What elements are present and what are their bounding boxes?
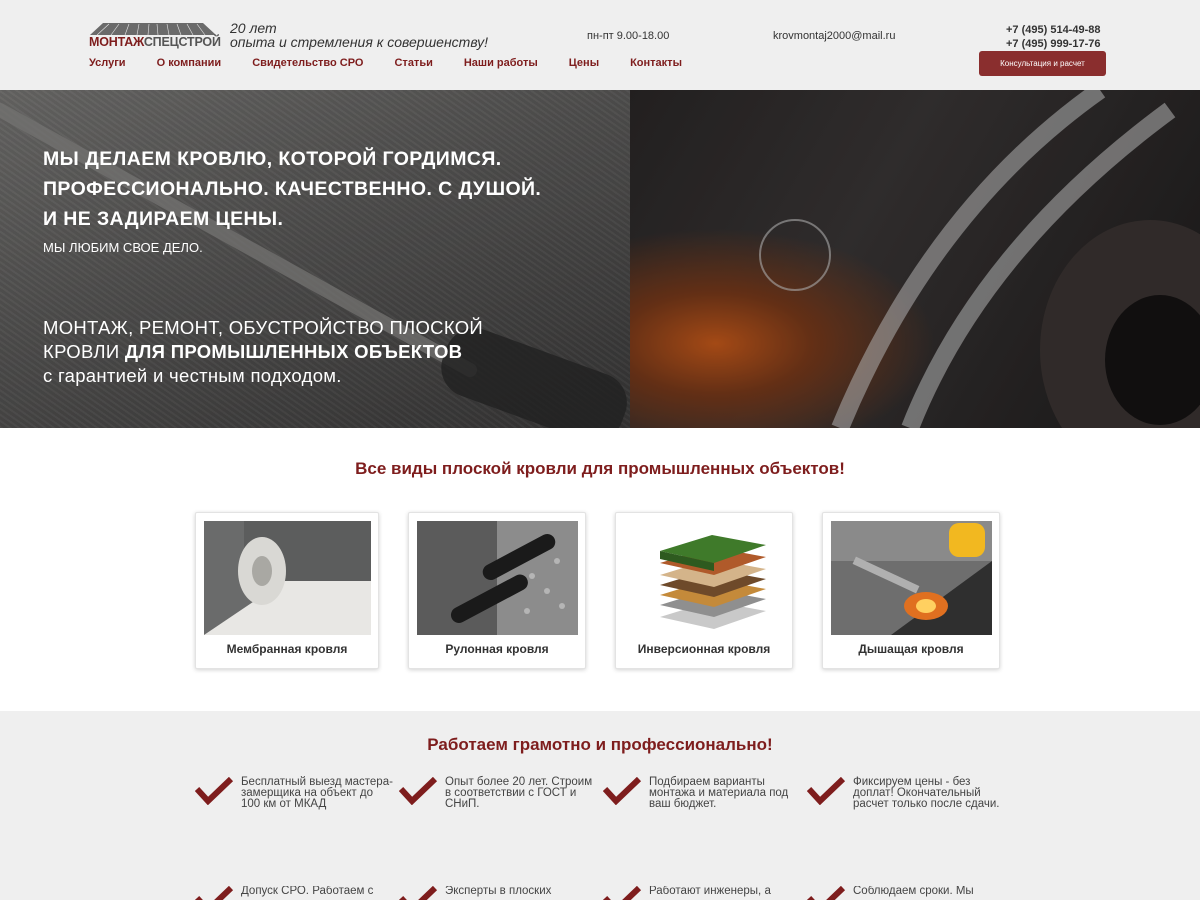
card-inversion[interactable]: Инверсионная кровля [615,512,793,669]
tagline-years: 20 лет [230,20,277,36]
roof-logo-icon [90,23,216,36]
advantage-item: Работают инженеры, а [603,886,803,900]
site-header: МОНТАЖСПЕЦСТРОЙ 20 лет опыта и стремлени… [0,0,1200,90]
nav-item-about[interactable]: О компании [157,57,222,71]
card-label: Инверсионная кровля [637,642,771,656]
phone-1[interactable]: +7 (495) 514-49-88 [1006,23,1100,37]
advantage-item: Эксперты в плоских [399,886,599,900]
hero-offer-part2: кровли [43,341,120,362]
advantage-item: Подбираем варианты монтажа и материала п… [603,776,803,837]
card-label: Мембранная кровля [226,642,348,656]
logo-text: МОНТАЖСПЕЦСТРОЙ [89,35,221,49]
check-icon [603,886,641,900]
advantage-item: Бесплатный выезд мастера-замерщика на об… [195,776,395,837]
check-icon [195,886,233,900]
advantage-text: Бесплатный выезд мастера-замерщика на об… [241,776,393,810]
advantage-text: Работают инженеры, а [649,886,771,897]
email-link[interactable]: krovmontaj2000@mail.ru [773,30,895,42]
nav-item-services[interactable]: Услуги [89,57,126,71]
working-hours: пн-пт 9.00-18.00 [587,30,670,42]
nav-item-sro[interactable]: Свидетельство СРО [252,57,363,71]
inversion-image [624,521,785,635]
advantage-item: Соблюдаем сроки. Мы [807,886,1007,900]
hero-offer-part1: Монтаж, ремонт, обустройство плоской [43,317,483,338]
membrane-roll-icon [204,521,371,635]
rolled-roofing-icon [417,521,578,635]
card-breathing[interactable]: Дышащая кровля [822,512,1000,669]
nav-item-contacts[interactable]: Контакты [630,57,682,71]
phones: +7 (495) 514-49-88 +7 (495) 999-17-76 [1006,23,1100,51]
hero-heading-line1: Мы делаем кровлю, которой гордимся. [43,148,502,170]
advantages-title: Работаем грамотно и профессионально! [427,735,773,754]
advantage-item: Фиксируем цены - без доплат! Окончательн… [807,776,1007,837]
torch-roofing-icon [831,521,992,635]
advantage-item: Допуск СРО. Работаем с [195,886,395,900]
advantage-text: Фиксируем цены - без доплат! Окончательн… [853,776,1000,810]
card-label: Рулонная кровля [445,642,549,656]
hero-offer-part3: с гарантией и честным подходом. [43,365,342,386]
nav-item-articles[interactable]: Статьи [394,57,432,71]
check-icon [399,886,437,900]
hero-offer: Монтаж, ремонт, обустройство плоской кро… [43,316,603,388]
logo[interactable]: МОНТАЖСПЕЦСТРОЙ [89,22,221,50]
hero-banner: Мы делаем кровлю, которой гордимся. Проф… [0,90,1200,428]
card-rolled[interactable]: Рулонная кровля [408,512,586,669]
breathing-image [831,521,992,635]
hero-subheading: Мы любим свое дело. [43,240,203,255]
check-icon [603,777,641,805]
tagline: 20 лет опыта и стремления к совершенству… [230,21,488,49]
logo-text-part1: МОНТАЖ [89,35,144,49]
logo-text-part2: СПЕЦСТРОЙ [143,35,221,49]
advantage-text: Допуск СРО. Работаем с [241,886,374,897]
advantage-text: Эксперты в плоских [445,886,552,897]
membrane-image [204,521,371,635]
check-icon [807,886,845,900]
types-title: Все виды плоской кровли для промышленных… [355,459,845,478]
consult-button[interactable]: Консультация и расчет [979,51,1106,76]
card-label: Дышащая кровля [858,642,964,656]
nav-item-works[interactable]: Наши работы [464,57,538,71]
rolled-image [417,521,578,635]
roof-layers-icon [624,521,785,635]
hero-offer-bold: для промышленных объектов [124,341,463,362]
hero-heading-line2: Профессионально. Качественно. С душой. [43,178,542,200]
hero-heading-line3: И не задираем цены. [43,208,284,230]
check-icon [807,777,845,805]
main-nav: Услуги О компании Свидетельство СРО Стат… [89,57,713,71]
advantage-item: Опыт более 20 лет. Строим в соответствии… [399,776,599,837]
tagline-text: опыта и стремления к совершенству! [230,34,489,50]
advantage-text: Соблюдаем сроки. Мы [853,886,974,897]
check-icon [195,777,233,805]
nav-item-prices[interactable]: Цены [569,57,599,71]
advantage-text: Подбираем варианты монтажа и материала п… [649,776,789,810]
phone-2[interactable]: +7 (495) 999-17-76 [1006,37,1100,51]
card-membrane[interactable]: Мембранная кровля [195,512,379,669]
advantage-text: Опыт более 20 лет. Строим в соответствии… [445,776,593,810]
check-icon [399,777,437,805]
hero-heading: Мы делаем кровлю, которой гордимся. Проф… [43,144,603,234]
advantages-section: Работаем грамотно и профессионально! Бес… [0,711,1200,900]
